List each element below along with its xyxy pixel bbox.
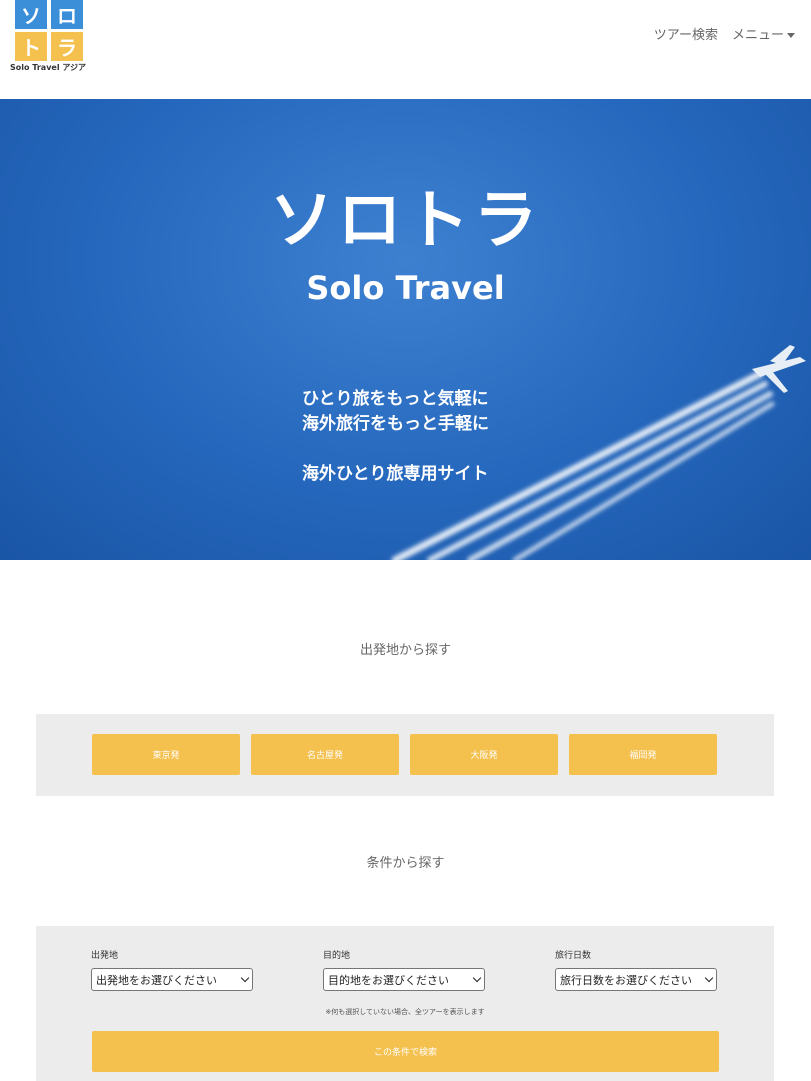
destination-label: 目的地 [323,951,351,961]
chevron-down-icon [240,973,250,983]
duration-select-value: 旅行日数をお選びください [560,973,692,987]
conditions-panel: 出発地 出発地をお選びください 目的地 目的地をお選びください 旅行日数 旅行日… [36,926,774,1081]
origin-select-value: 出発地をお選びください [96,973,217,987]
chevron-down-icon [704,973,714,983]
chevron-down-icon [472,973,482,983]
nav-tour-search[interactable]: ツアー検索 [654,24,718,43]
caret-down-icon [787,33,795,38]
departure-button-nagoya[interactable]: 名古屋発 [251,734,399,775]
duration-label: 旅行日数 [555,951,592,961]
hero-tagline-3: 海外ひとり旅専用サイト [302,464,489,484]
logo-cell-ra: ラ [51,32,83,61]
nav-menu-dropdown[interactable]: メニュー [732,24,795,43]
header-nav: ツアー検索 メニュー [654,24,795,43]
departure-button-osaka[interactable]: 大阪発 [410,734,558,775]
site-header: ソ ロ ト ラ Solo Travel アジア ツアー検索 メニュー [0,0,811,99]
duration-select[interactable]: 旅行日数をお選びください [555,968,717,991]
hero-tagline-2: 海外旅行をもっと手軽に [302,414,489,434]
search-note: ※何も選択していない場合、全ツアーを表示します [325,1008,485,1016]
hero-title-en: Solo Travel [306,269,505,307]
origin-label: 出発地 [91,951,119,961]
logo-subtitle: Solo Travel アジア [10,63,87,72]
logo-cell-so: ソ [15,0,47,29]
nav-menu-label: メニュー [731,28,784,43]
logo-cell-to: ト [15,32,47,61]
conditions-section-title: 条件から探す [366,856,445,871]
hero-tagline-1: ひとり旅をもっと気軽に [302,389,489,409]
logo-cell-ro: ロ [51,0,83,29]
destination-select-value: 目的地をお選びください [328,973,449,987]
origin-select[interactable]: 出発地をお選びください [91,968,253,991]
departure-button-fukuoka[interactable]: 福岡発 [569,734,717,775]
hero-banner: ソロトラ Solo Travel ひとり旅をもっと気軽に 海外旅行をもっと手軽に… [0,99,811,560]
departure-panel: 東京発 名古屋発 大阪発 福岡発 [36,714,774,796]
hero-title-jp: ソロトラ [269,184,542,258]
site-logo[interactable]: ソ ロ ト ラ Solo Travel アジア [10,0,92,74]
departure-section-title: 出発地から探す [359,643,451,658]
departure-button-tokyo[interactable]: 東京発 [92,734,240,775]
search-submit-button[interactable]: この条件で検索 [92,1031,719,1072]
destination-select[interactable]: 目的地をお選びください [323,968,485,991]
logo-mark: ソ ロ ト ラ [15,0,83,62]
